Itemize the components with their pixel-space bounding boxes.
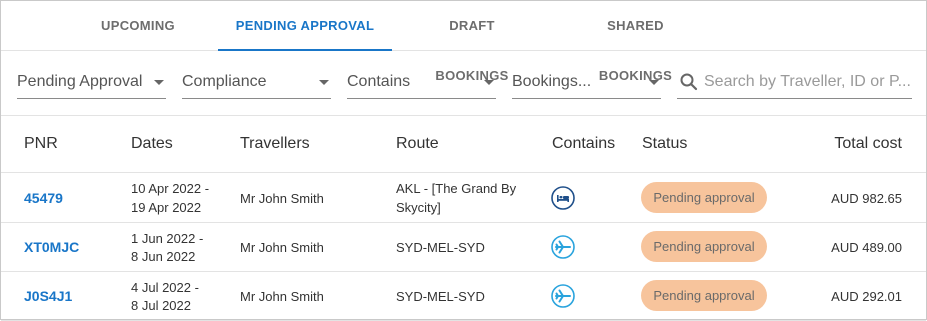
bookings-filter-select[interactable]: Bookings... [512,67,661,99]
table-row[interactable]: XT0MJC 1 Jun 2022 - 8 Jun 2022 Mr John S… [1,223,926,272]
pnr-link[interactable]: 45479 [24,190,63,207]
column-header-pnr[interactable]: PNR [24,135,58,153]
route-line2: Skycity] [396,200,441,215]
column-header-status[interactable]: Status [642,135,687,153]
tab-upcoming[interactable]: UPCOMING [101,1,175,50]
status-filter-select[interactable]: Pending Approval [17,67,166,99]
tab-shared-bookings[interactable]: SHARED BOOKINGS [573,1,698,83]
tab-draft-bookings[interactable]: DRAFT BOOKINGS [415,1,529,83]
chevron-down-icon [484,80,494,85]
chevron-down-icon [154,80,164,85]
date-to: 8 Jul 2022 [131,298,191,313]
column-header-dates[interactable]: Dates [131,135,173,153]
contains-filter-select[interactable]: Contains [347,67,496,99]
column-header-route[interactable]: Route [396,135,439,153]
hotel-bed-icon [551,186,575,210]
table-header: PNR Dates Travellers Route Contains Stat… [1,115,926,173]
bookings-filter-value: Bookings... [512,73,592,90]
flight-icon [551,284,575,308]
search-input[interactable] [704,70,910,94]
column-header-travellers[interactable]: Travellers [240,135,310,153]
flight-icon [551,235,575,259]
search-field[interactable] [677,67,912,99]
compliance-filter-select[interactable]: Compliance [182,67,331,99]
route-line1: AKL - [The Grand By [396,181,517,196]
status-filter-value: Pending Approval [17,73,143,90]
status-badge: Pending approval [641,280,767,311]
status-badge: Pending approval [641,231,767,262]
date-to: 19 Apr 2022 [131,200,202,215]
bookings-panel: UPCOMING PENDING APPROVAL DRAFT BOOKINGS… [0,0,927,321]
route-line1: SYD-MEL-SYD [396,240,485,255]
contains-filter-value: Contains [347,73,411,90]
tab-pending-approval[interactable]: PENDING APPROVAL [218,1,392,51]
status-badge: Pending approval [641,182,767,213]
traveller-name: Mr John Smith [240,240,324,255]
traveller-name: Mr John Smith [240,289,324,304]
search-icon [680,73,698,91]
pnr-link[interactable]: XT0MJC [24,239,79,256]
compliance-filter-value: Compliance [182,73,267,90]
date-from: 10 Apr 2022 - [131,181,210,196]
pnr-link[interactable]: J0S4J1 [24,288,72,305]
total-cost: AUD 982.65 [831,191,902,206]
column-header-contains[interactable]: Contains [552,135,615,153]
chevron-down-icon [649,80,659,85]
total-cost: AUD 292.01 [831,289,902,304]
route-line1: SYD-MEL-SYD [396,289,485,304]
traveller-name: Mr John Smith [240,191,324,206]
table-row[interactable]: 45479 10 Apr 2022 - 19 Apr 2022 Mr John … [1,174,926,223]
date-from: 1 Jun 2022 - [131,231,204,246]
date-from: 4 Jul 2022 - [131,280,199,295]
chevron-down-icon [319,80,329,85]
booking-tabs: UPCOMING PENDING APPROVAL DRAFT BOOKINGS… [1,1,926,83]
date-to: 8 Jun 2022 [131,249,196,264]
column-header-total-cost[interactable]: Total cost [834,135,902,153]
total-cost: AUD 489.00 [831,240,902,255]
table-row[interactable]: J0S4J1 4 Jul 2022 - 8 Jul 2022 Mr John S… [1,272,926,321]
